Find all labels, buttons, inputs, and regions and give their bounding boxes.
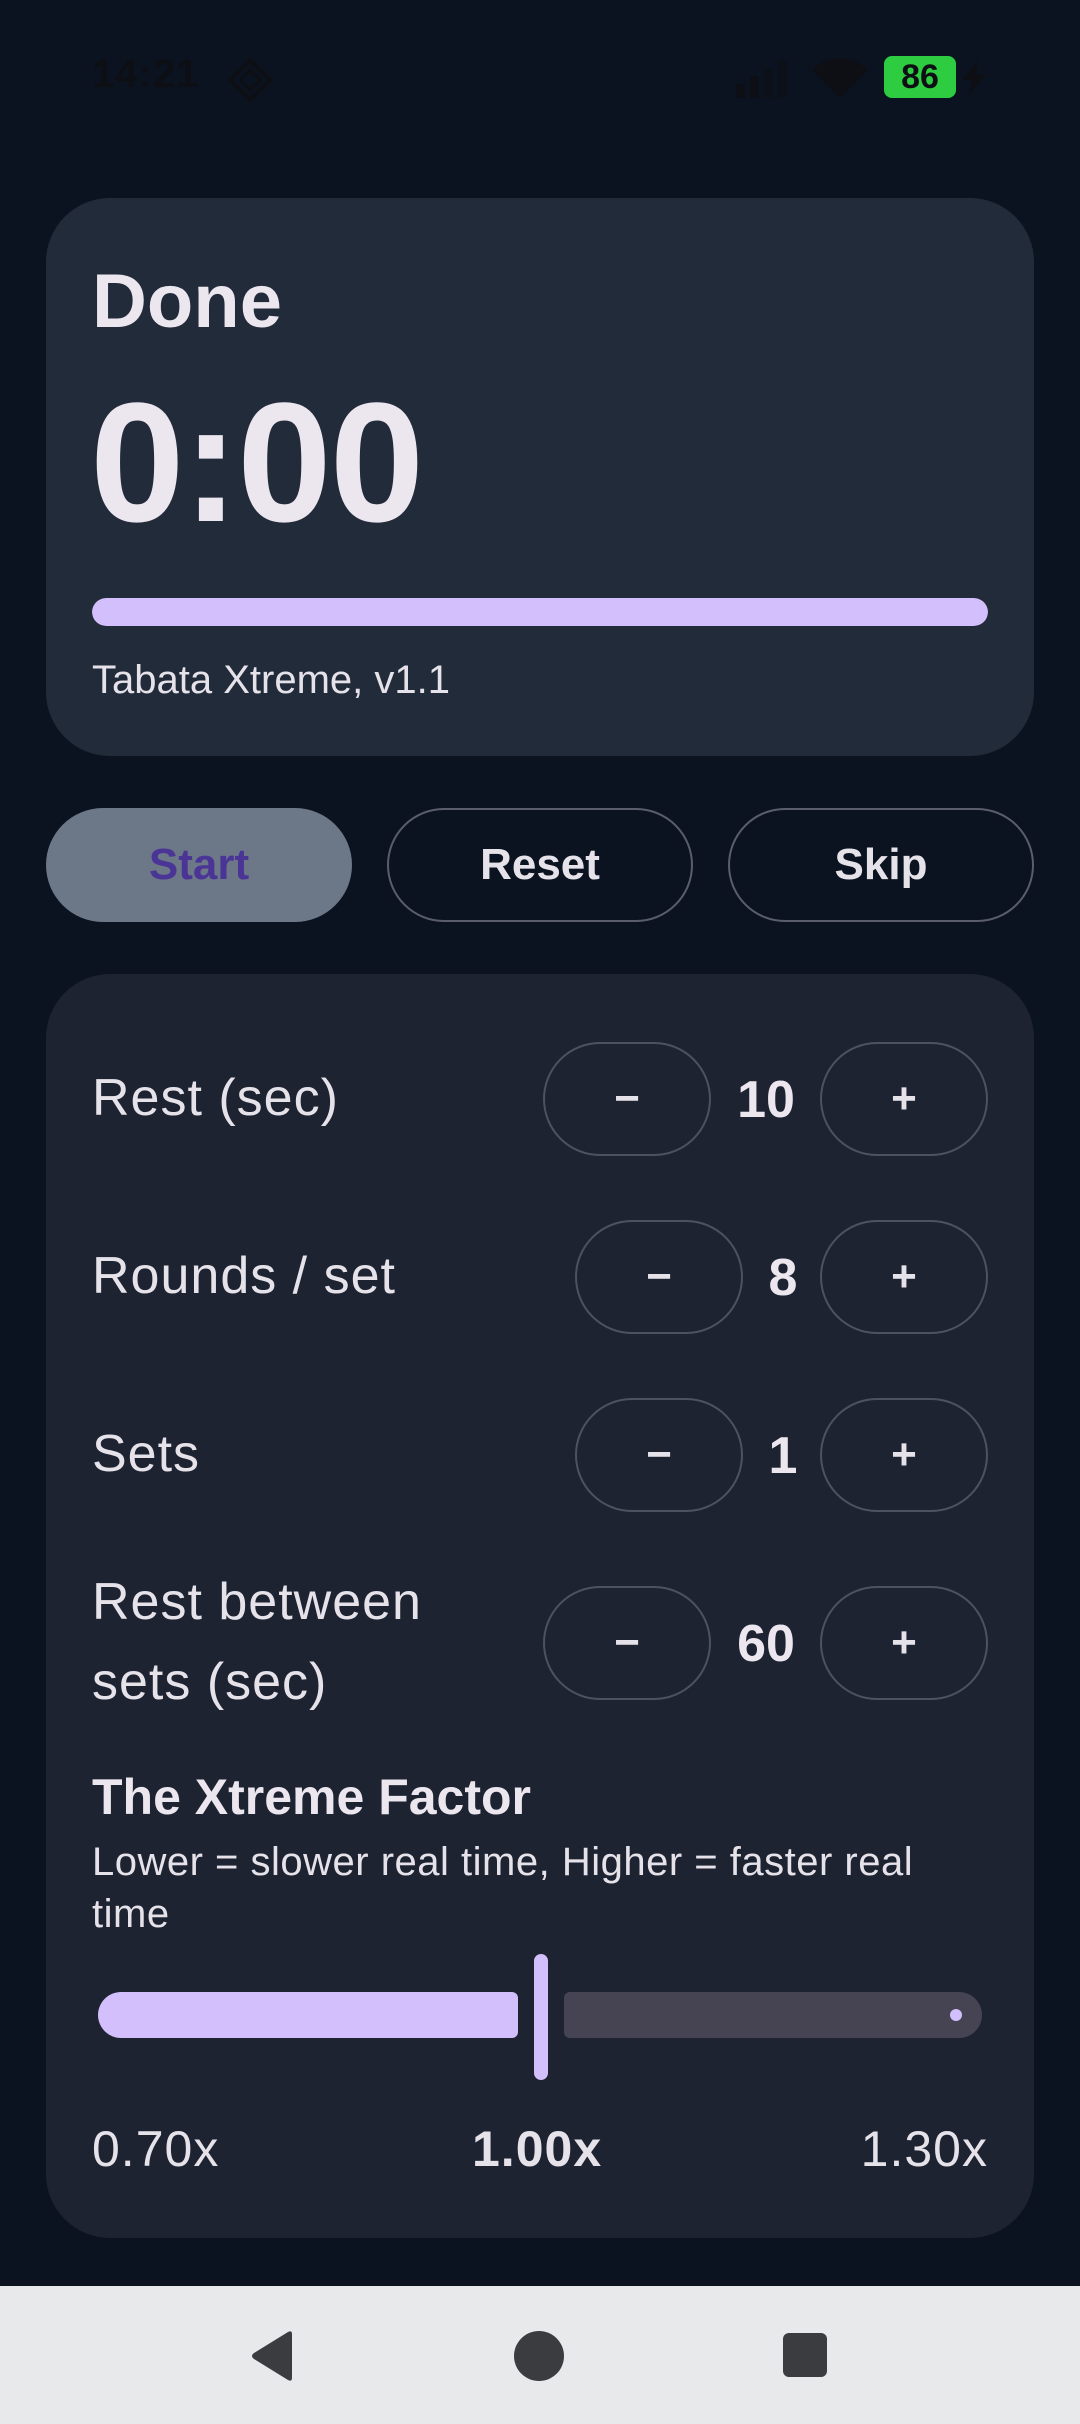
rounds-label: Rounds / set (92, 1247, 396, 1305)
slider-max-label: 1.30x (860, 2121, 988, 2177)
slider-current-value: 1.00x (472, 2121, 603, 2177)
xtreme-factor-description: Lower = slower real time, Higher = faste… (92, 1840, 914, 1936)
slider-min-label: 0.70x (92, 2121, 220, 2177)
slider-end-dot (950, 2009, 962, 2021)
back-icon[interactable] (248, 2330, 298, 2382)
timer-display: 0:00 (90, 368, 424, 558)
timer-progress-bar (92, 598, 988, 626)
rest-between-increment-button[interactable]: + (820, 1586, 988, 1700)
charging-icon (962, 60, 986, 96)
rounds-decrement-button[interactable]: − (575, 1220, 743, 1334)
rest-between-label-line2: sets (sec) (92, 1653, 328, 1711)
timer-card: Done 0:00 Tabata Xtreme, v1.1 (46, 198, 1034, 756)
rounds-increment-button[interactable]: + (820, 1220, 988, 1334)
rest-between-value: 60 (737, 1615, 795, 1673)
sets-increment-button[interactable]: + (820, 1398, 988, 1512)
sets-label: Sets (92, 1425, 201, 1483)
status-time: 14:21 (92, 52, 200, 96)
rest-between-label-line1: Rest between (92, 1573, 422, 1631)
rest-increment-button[interactable]: + (820, 1042, 988, 1156)
settings-card: Rest (sec) − 10 + Rounds / set − 8 + Set… (46, 974, 1034, 2238)
slider-inactive-track (564, 1992, 982, 2038)
battery-icon: 86 (884, 56, 956, 98)
phase-label: Done (92, 259, 282, 344)
sets-decrement-button[interactable]: − (575, 1398, 743, 1512)
wifi-icon (812, 58, 868, 98)
app-notification-icon (227, 57, 273, 103)
rest-between-label: Rest between sets (sec) (92, 1562, 422, 1722)
slider-thumb[interactable] (534, 1954, 548, 2080)
status-bar: 14:21 86 (0, 0, 1080, 150)
rest-decrement-button[interactable]: − (543, 1042, 711, 1156)
rest-label: Rest (sec) (92, 1069, 339, 1127)
skip-button[interactable]: Skip (728, 808, 1034, 922)
system-nav-bar (0, 2286, 1080, 2424)
recents-icon[interactable] (782, 2332, 828, 2378)
home-icon[interactable] (513, 2330, 565, 2382)
rest-between-decrement-button[interactable]: − (543, 1586, 711, 1700)
slider-active-track (98, 1992, 518, 2038)
rounds-value: 8 (768, 1249, 798, 1307)
rest-value: 10 (737, 1071, 795, 1129)
start-button[interactable]: Start (46, 808, 352, 922)
sets-value: 1 (768, 1427, 798, 1485)
battery-level: 86 (901, 57, 939, 96)
reset-button[interactable]: Reset (387, 808, 693, 922)
app-version: Tabata Xtreme, v1.1 (92, 658, 450, 702)
xtreme-factor-title: The Xtreme Factor (92, 1769, 532, 1825)
timer-progress-fill (92, 598, 988, 626)
signal-icon (736, 60, 787, 98)
